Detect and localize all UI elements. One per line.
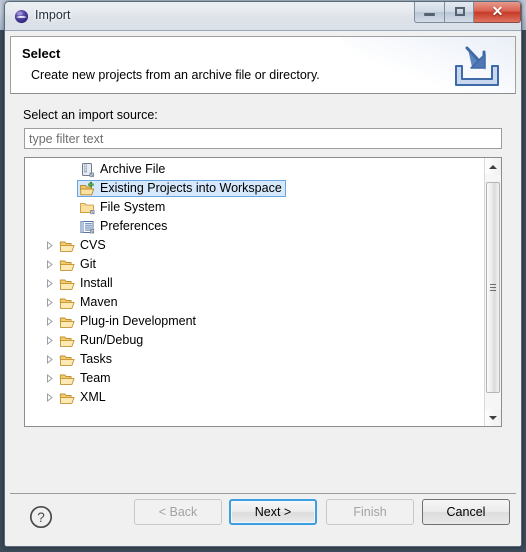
archive-file-icon	[79, 162, 96, 178]
page-description: Create new projects from an archive file…	[31, 68, 320, 82]
folder-closed-icon	[79, 200, 96, 216]
import-source-label: Select an import source:	[23, 108, 158, 122]
folder-open-icon	[59, 238, 76, 254]
folder-open-icon	[59, 295, 76, 311]
tree-item-hit-area[interactable]: CVS	[57, 237, 110, 254]
expander-triangle-icon[interactable]	[42, 332, 57, 349]
tree-item-label: Team	[80, 371, 111, 385]
tree-item-label: XML	[80, 390, 106, 404]
tree-row-list: Archive File Existing Projects into Works…	[25, 160, 484, 426]
import-source-tree[interactable]: Archive File Existing Projects into Works…	[24, 157, 502, 427]
folder-open-icon	[59, 333, 76, 349]
tree-item-label: Archive File	[100, 162, 166, 176]
tree-item-label: Git	[80, 257, 96, 271]
eclipse-sphere-icon	[14, 9, 29, 24]
expander-triangle-icon[interactable]	[42, 294, 57, 311]
expander-triangle-icon[interactable]	[42, 389, 57, 406]
tree-item-label: Run/Debug	[80, 333, 144, 347]
title-bar[interactable]: Import ✕	[5, 2, 521, 31]
tree-item-label: Maven	[80, 295, 118, 309]
expander-triangle-icon[interactable]	[42, 370, 57, 387]
tree-item-run-debug[interactable]: Run/Debug	[25, 331, 484, 350]
tree-item-label: Tasks	[80, 352, 112, 366]
tree-item-hit-area[interactable]: File System	[77, 199, 169, 216]
tree-item-hit-area[interactable]: Team	[57, 370, 115, 387]
minimize-icon	[424, 13, 435, 16]
tree-item-hit-area[interactable]: Install	[57, 275, 117, 292]
expander-triangle-icon[interactable]	[42, 275, 57, 292]
tree-item-existing-projects-into-workspace[interactable]: Existing Projects into Workspace	[25, 179, 484, 198]
close-icon: ✕	[491, 3, 504, 19]
tree-item-label: Plug-in Development	[80, 314, 197, 328]
tree-item-preferences[interactable]: Preferences	[25, 217, 484, 236]
filter-input[interactable]	[24, 128, 502, 149]
folder-open-icon	[59, 276, 76, 292]
folder-open-icon	[59, 390, 76, 406]
tree-item-git[interactable]: Git	[25, 255, 484, 274]
maximize-icon	[455, 7, 465, 16]
content-area: Select an import source: Archive File Exi…	[10, 100, 516, 480]
expander-triangle-icon[interactable]	[42, 351, 57, 368]
scroll-up-button[interactable]	[485, 158, 501, 175]
tree-item-hit-area[interactable]: Maven	[57, 294, 122, 311]
next-button[interactable]: Next >	[229, 499, 317, 525]
page-title: Select	[22, 46, 61, 61]
tree-item-team[interactable]: Team	[25, 369, 484, 388]
dialog-body: Select Create new projects from an archi…	[5, 31, 521, 546]
scroll-down-button[interactable]	[485, 409, 501, 426]
folder-open-icon	[59, 352, 76, 368]
tree-item-plug-in-development[interactable]: Plug-in Development	[25, 312, 484, 331]
tree-item-label: CVS	[80, 238, 106, 252]
tree-item-install[interactable]: Install	[25, 274, 484, 293]
scrollbar-thumb[interactable]	[486, 182, 500, 393]
folder-open-icon	[59, 314, 76, 330]
footer-button-bar: ? < Back Next > Finish Cancel	[10, 494, 516, 542]
tree-item-tasks[interactable]: Tasks	[25, 350, 484, 369]
tree-item-file-system[interactable]: File System	[25, 198, 484, 217]
tree-item-maven[interactable]: Maven	[25, 293, 484, 312]
minimize-button[interactable]	[414, 2, 444, 23]
expander-triangle-icon[interactable]	[42, 237, 57, 254]
tree-item-hit-area[interactable]: XML	[57, 389, 110, 406]
expander-triangle-icon[interactable]	[42, 313, 57, 330]
close-button[interactable]: ✕	[474, 2, 521, 23]
scrollbar-grip-icon	[490, 283, 496, 292]
tree-item-hit-area[interactable]: Git	[57, 256, 100, 273]
window-controls: ✕	[414, 2, 521, 24]
import-arrow-into-tray-icon	[455, 46, 499, 86]
open-folder-plus-icon	[79, 181, 96, 197]
tree-item-label: File System	[100, 200, 166, 214]
tree-item-hit-area[interactable]: Preferences	[77, 218, 171, 235]
cancel-button[interactable]: Cancel	[422, 499, 510, 525]
tree-item-cvs[interactable]: CVS	[25, 236, 484, 255]
header-banner: Select Create new projects from an archi…	[10, 36, 516, 94]
window-title: Import	[35, 8, 71, 22]
tree-item-xml[interactable]: XML	[25, 388, 484, 407]
folder-open-icon	[59, 371, 76, 387]
preferences-list-icon	[79, 219, 96, 235]
tree-item-archive-file[interactable]: Archive File	[25, 160, 484, 179]
svg-text:?: ?	[37, 510, 45, 525]
tree-item-hit-area[interactable]: Tasks	[57, 351, 116, 368]
tree-item-label: Install	[80, 276, 113, 290]
chevron-up-icon	[489, 164, 497, 169]
tree-scrollbar[interactable]	[484, 158, 501, 426]
expander-triangle-icon[interactable]	[42, 256, 57, 273]
folder-open-icon	[59, 257, 76, 273]
tree-item-label: Existing Projects into Workspace	[100, 181, 282, 195]
maximize-button[interactable]	[444, 2, 474, 23]
tree-item-hit-area[interactable]: Archive File	[77, 161, 169, 178]
tree-item-hit-area[interactable]: Existing Projects into Workspace	[77, 180, 286, 197]
chevron-down-icon	[489, 415, 497, 420]
back-button[interactable]: < Back	[134, 499, 222, 525]
help-question-icon[interactable]: ?	[29, 505, 53, 529]
tree-item-label: Preferences	[100, 219, 168, 233]
import-dialog-window: Import ✕ Select Create new projects from…	[4, 1, 522, 547]
tree-item-hit-area[interactable]: Run/Debug	[57, 332, 147, 349]
tree-item-hit-area[interactable]: Plug-in Development	[57, 313, 200, 330]
finish-button[interactable]: Finish	[326, 499, 414, 525]
